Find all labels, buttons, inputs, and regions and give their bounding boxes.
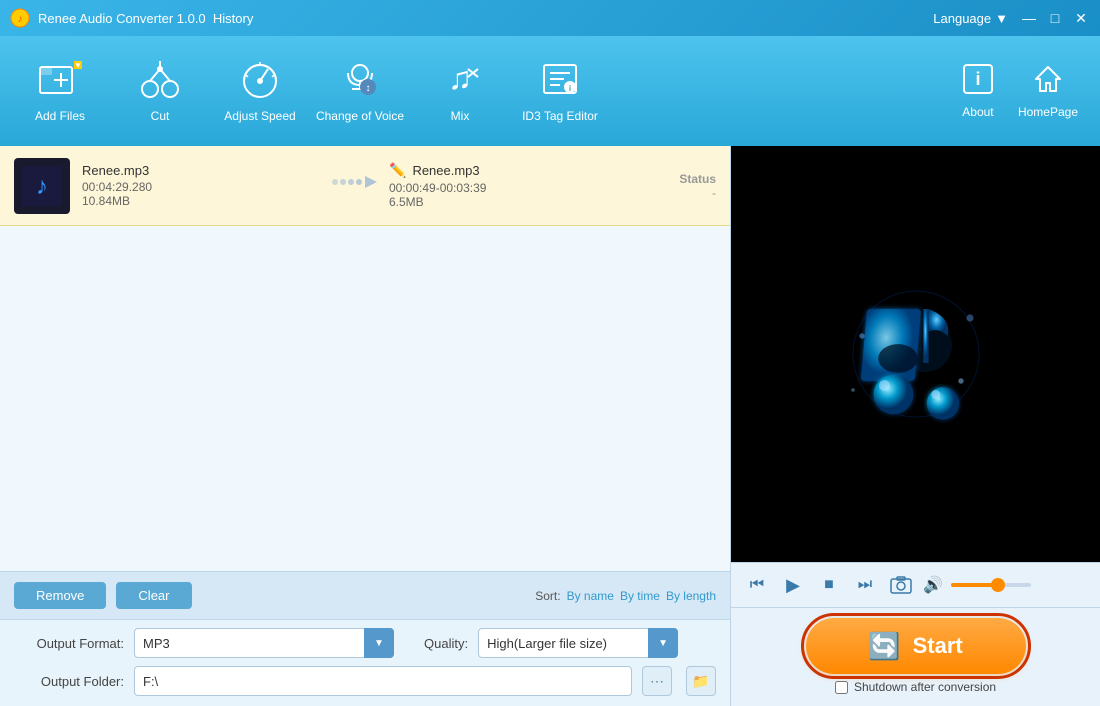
remove-button[interactable]: Remove: [14, 582, 106, 609]
output-folder-input[interactable]: [134, 666, 632, 696]
about-label: About: [962, 105, 993, 119]
mix-icon: ♫: [440, 59, 480, 105]
window-controls: — □ ✕: [1020, 9, 1090, 27]
toolbar-add-files[interactable]: ▼ Add Files: [10, 46, 110, 136]
skip-back-button[interactable]: ⏮: [743, 571, 771, 599]
output-format-label: Output Format:: [14, 636, 124, 651]
refresh-icon: 🔄: [868, 631, 900, 662]
status-label: Status: [636, 172, 716, 186]
toolbar-id3[interactable]: i ID3 Tag Editor: [510, 46, 610, 136]
sort-by-length[interactable]: By length: [666, 589, 716, 603]
language-selector[interactable]: Language ▼: [933, 11, 1008, 26]
settings-panel: Output Format: MP3 AAC FLAC WAV ▼ Qualit…: [0, 619, 730, 706]
svg-text:▼: ▼: [74, 61, 82, 70]
toolbar-change-voice[interactable]: ↕ Change of Voice: [310, 46, 410, 136]
sort-label: Sort:: [535, 589, 560, 603]
svg-text:♫: ♫: [448, 60, 472, 96]
quality-select[interactable]: High(Larger file size) Medium Low: [478, 628, 678, 658]
output-time-range: 00:00:49-00:03:39: [389, 181, 624, 195]
skip-forward-button[interactable]: ⏭: [851, 571, 879, 599]
add-files-label: Add Files: [35, 109, 85, 123]
output-format-select[interactable]: MP3 AAC FLAC WAV: [134, 628, 394, 658]
music-visualization: [826, 264, 1006, 444]
right-panel: ⏮ ▶ ■ ⏭ 🔊 🔄 Start Shutdown after: [730, 146, 1100, 706]
file-controls: Remove Clear Sort: By name By time By le…: [0, 571, 730, 619]
sort-by-time[interactable]: By time: [620, 589, 660, 603]
edit-icon: ✏️: [389, 162, 406, 179]
close-button[interactable]: ✕: [1072, 9, 1090, 27]
adjust-speed-icon: [240, 59, 280, 105]
sort-controls: Sort: By name By time By length: [535, 589, 716, 603]
homepage-button[interactable]: HomePage: [1006, 55, 1090, 127]
output-folder-label: Output Folder:: [14, 674, 124, 689]
start-button[interactable]: 🔄 Start: [806, 618, 1026, 674]
title-bar: ♪ Renee Audio Converter 1.0.0 History La…: [0, 0, 1100, 36]
file-thumbnail: ♪: [14, 158, 70, 214]
home-icon: [1032, 63, 1064, 101]
svg-text:♪: ♪: [18, 14, 23, 25]
output-size: 6.5MB: [389, 195, 624, 209]
left-panel: ♪ Renee.mp3 00:04:29.280 10.84MB: [0, 146, 730, 706]
svg-text:i: i: [569, 84, 571, 93]
source-duration: 00:04:29.280: [82, 180, 317, 194]
svg-text:♪: ♪: [36, 173, 48, 200]
stop-button[interactable]: ■: [815, 571, 843, 599]
source-size: 10.84MB: [82, 194, 317, 208]
id3-icon: i: [540, 59, 580, 105]
sort-by-name[interactable]: By name: [567, 589, 614, 603]
quality-label: Quality:: [424, 636, 468, 651]
toolbar-adjust-speed[interactable]: Adjust Speed: [210, 46, 310, 136]
toolbar-cut[interactable]: Cut: [110, 46, 210, 136]
format-select-container: MP3 AAC FLAC WAV ▼: [134, 628, 394, 658]
cut-icon: [140, 59, 180, 105]
quality-select-container: High(Larger file size) Medium Low ▼: [478, 628, 678, 658]
output-filename: ✏️ Renee.mp3: [389, 162, 624, 179]
change-voice-label: Change of Voice: [316, 109, 404, 123]
app-title: Renee Audio Converter 1.0.0 History: [38, 11, 933, 26]
add-files-icon: ▼: [38, 59, 82, 105]
id3-label: ID3 Tag Editor: [522, 109, 598, 123]
clear-button[interactable]: Clear: [116, 582, 191, 609]
folder-browse-button[interactable]: ⋯: [642, 666, 672, 696]
maximize-button[interactable]: □: [1046, 9, 1064, 27]
folder-open-button[interactable]: 📁: [686, 666, 716, 696]
preview-area: [731, 146, 1100, 562]
toolbar: ▼ Add Files Cut: [0, 36, 1100, 146]
file-output-info: ✏️ Renee.mp3 00:00:49-00:03:39 6.5MB: [389, 162, 624, 209]
shutdown-checkbox[interactable]: [835, 681, 848, 694]
app-logo: ♪: [10, 8, 30, 28]
adjust-speed-label: Adjust Speed: [224, 109, 295, 123]
minimize-button[interactable]: —: [1020, 9, 1038, 27]
svg-text:↕: ↕: [366, 83, 371, 94]
screenshot-button[interactable]: [887, 571, 915, 599]
source-filename: Renee.mp3: [82, 163, 317, 178]
svg-text:i: i: [975, 69, 980, 89]
shutdown-row: Shutdown after conversion: [835, 680, 996, 694]
output-folder-row: Output Folder: ⋯ 📁: [14, 666, 716, 696]
play-button[interactable]: ▶: [779, 571, 807, 599]
about-icon: i: [962, 63, 994, 101]
shutdown-label: Shutdown after conversion: [854, 680, 996, 694]
status-value: -: [636, 186, 716, 200]
volume-icon: 🔊: [923, 575, 943, 595]
media-controls: ⏮ ▶ ■ ⏭ 🔊: [731, 562, 1100, 607]
homepage-label: HomePage: [1018, 105, 1078, 119]
start-label: Start: [913, 633, 963, 659]
file-list: ♪ Renee.mp3 00:04:29.280 10.84MB: [0, 146, 730, 571]
volume-slider[interactable]: [951, 583, 1031, 587]
start-area: 🔄 Start Shutdown after conversion: [731, 607, 1100, 706]
about-button[interactable]: i About: [950, 55, 1006, 127]
toolbar-mix[interactable]: ♫ Mix: [410, 46, 510, 136]
table-row[interactable]: ♪ Renee.mp3 00:04:29.280 10.84MB: [0, 146, 730, 226]
file-source-info: Renee.mp3 00:04:29.280 10.84MB: [82, 163, 317, 208]
change-voice-icon: ↕: [340, 59, 380, 105]
convert-arrow: [329, 170, 377, 201]
main-content: ♪ Renee.mp3 00:04:29.280 10.84MB: [0, 146, 1100, 706]
output-format-row: Output Format: MP3 AAC FLAC WAV ▼ Qualit…: [14, 628, 716, 658]
file-status: Status -: [636, 172, 716, 200]
mix-label: Mix: [451, 109, 470, 123]
cut-label: Cut: [151, 109, 170, 123]
